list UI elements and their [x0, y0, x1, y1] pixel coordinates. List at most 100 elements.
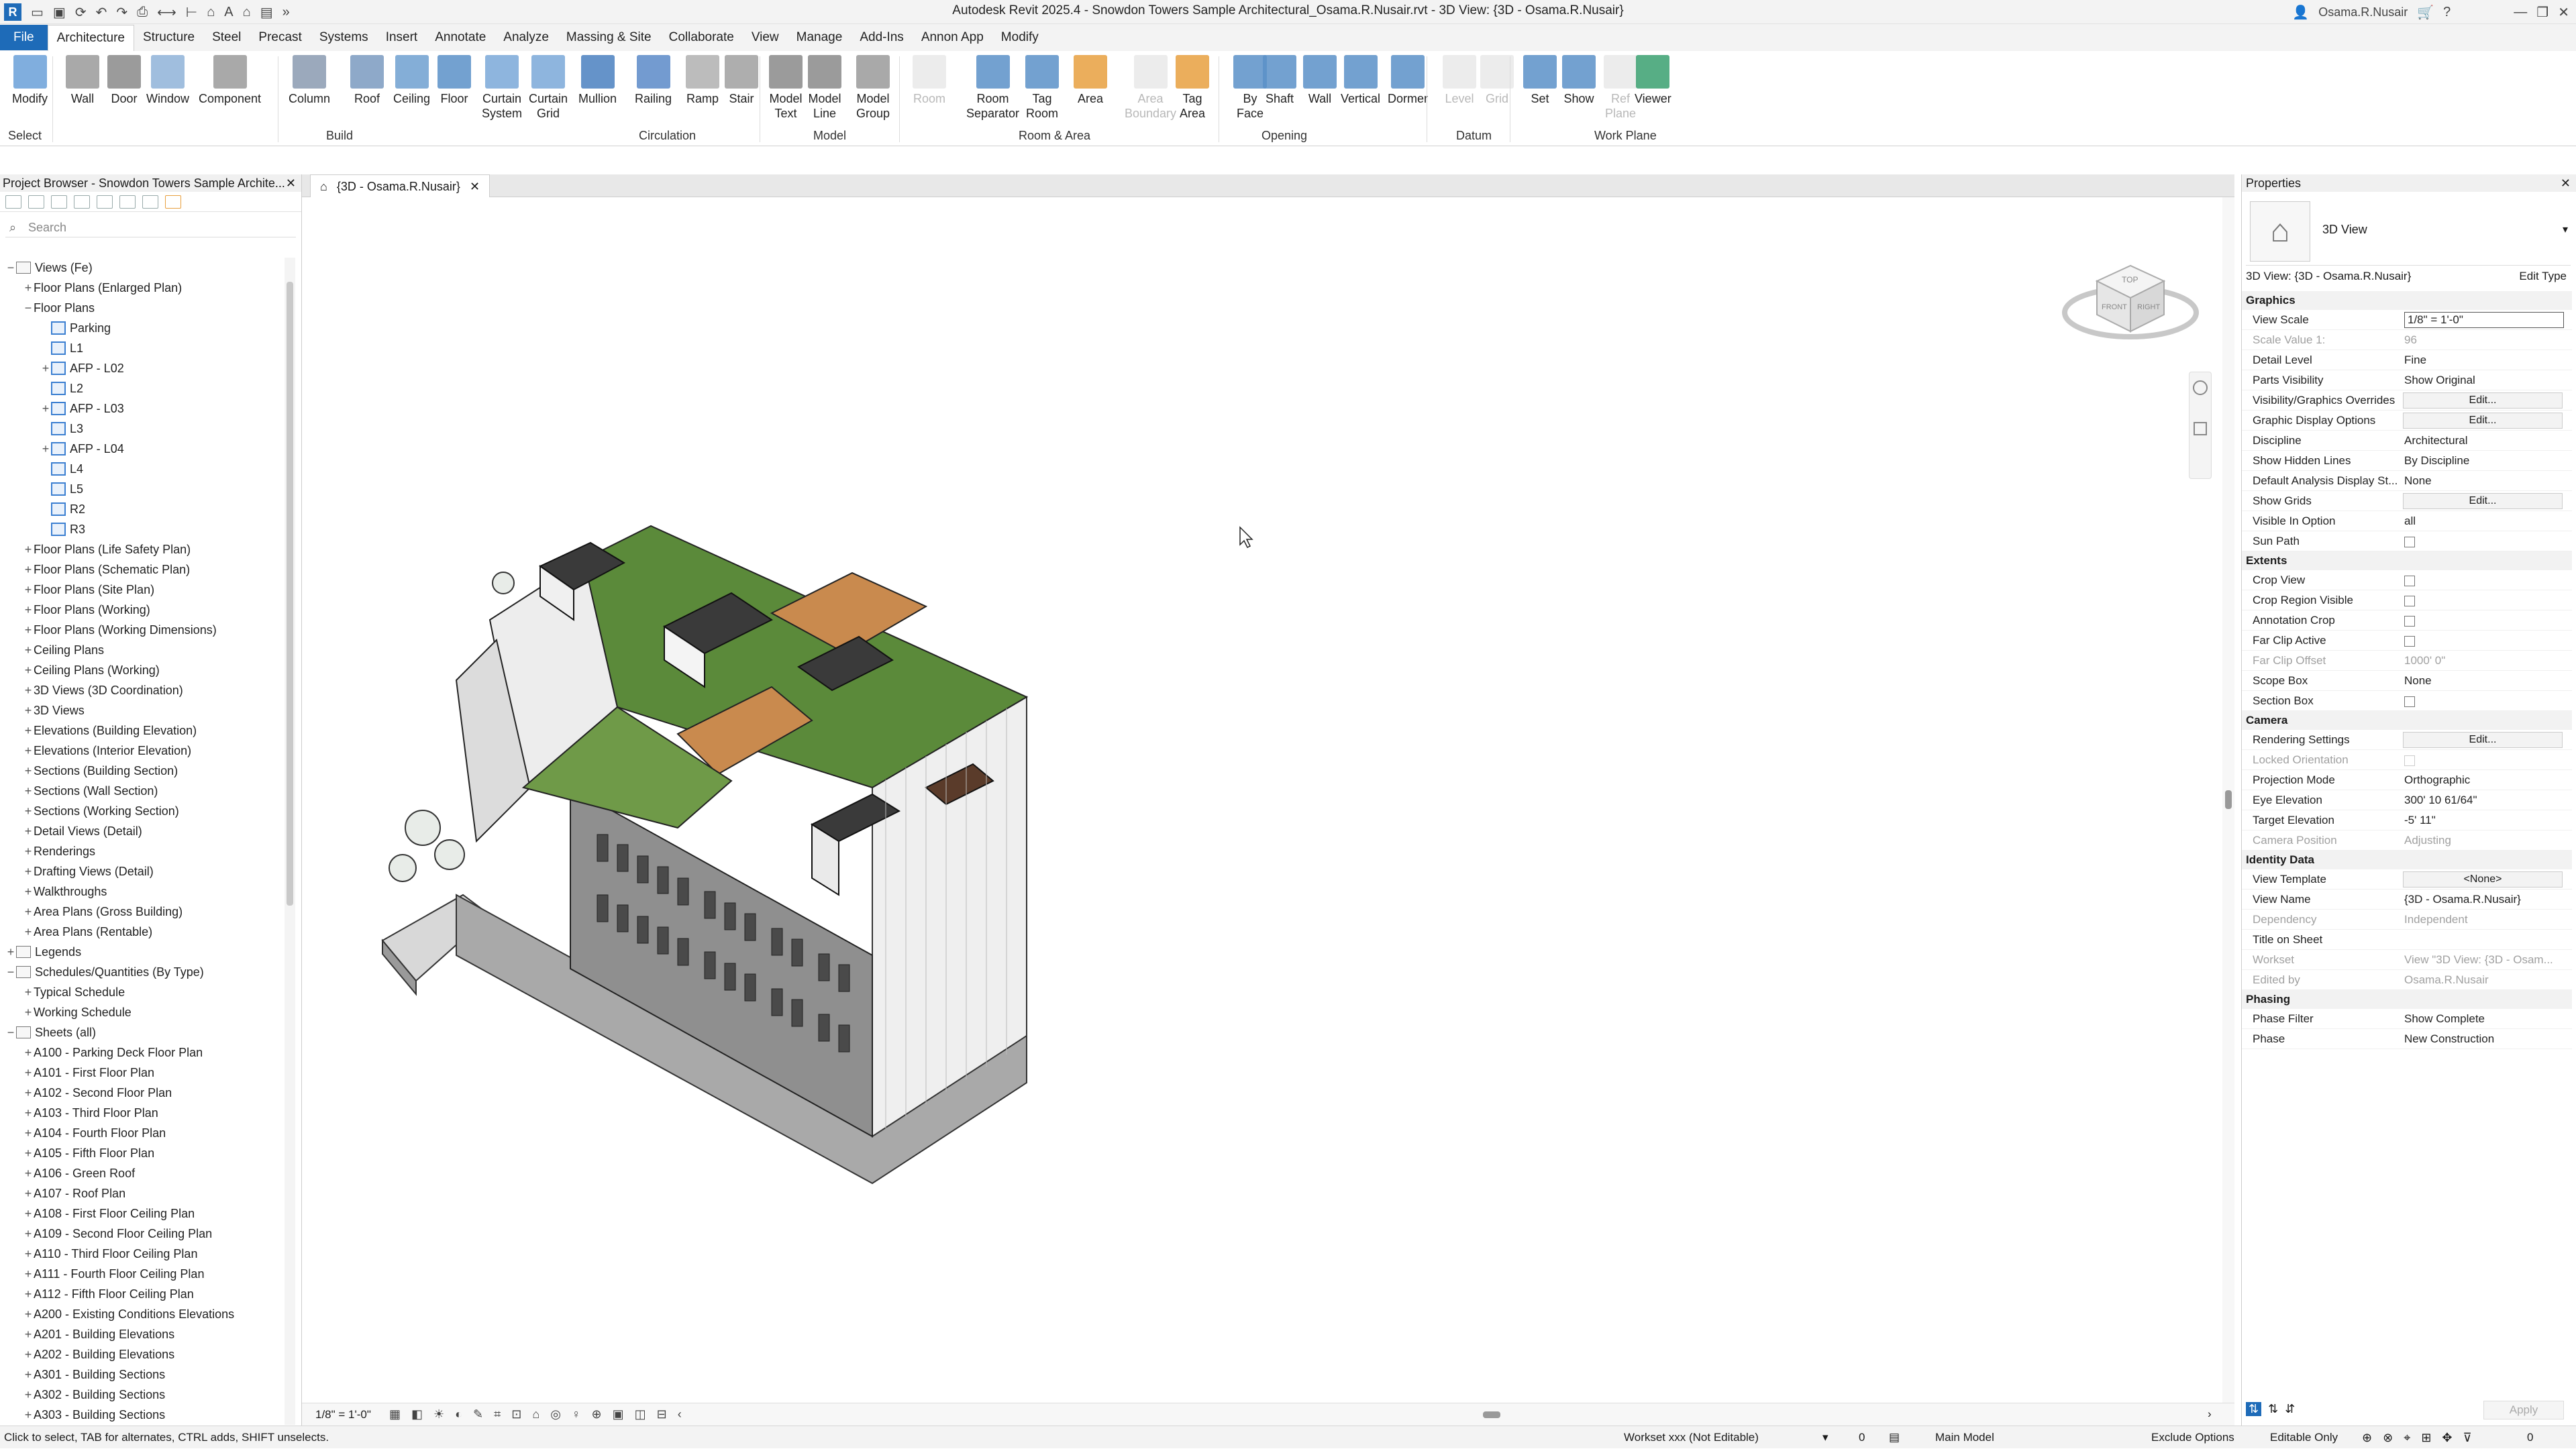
detail-level-icon[interactable]: ▦: [389, 1407, 401, 1421]
expand-icon[interactable]: +: [23, 1224, 34, 1244]
tab-architecture[interactable]: Architecture: [47, 25, 134, 52]
expand-icon[interactable]: +: [23, 580, 34, 600]
tab-collaborate[interactable]: Collaborate: [660, 25, 743, 50]
ribbon-model-group-button[interactable]: Model Group: [856, 55, 890, 121]
scrollbar-thumb[interactable]: [287, 282, 293, 906]
reveal-hidden-icon[interactable]: ♀: [572, 1407, 581, 1421]
property-value[interactable]: 300' 10 61/64": [2404, 790, 2564, 810]
tree-item[interactable]: + A201 - Building Elevations: [23, 1324, 174, 1344]
tree-item[interactable]: + A107 - Roof Plan: [23, 1183, 125, 1203]
tree-item[interactable]: + Drafting Views (Detail): [23, 861, 154, 881]
tree-item[interactable]: + A100 - Parking Deck Floor Plan: [23, 1042, 203, 1063]
ribbon-area-button[interactable]: Area: [1074, 55, 1107, 106]
tab-massing-site[interactable]: Massing & Site: [558, 25, 660, 50]
property-value[interactable]: {3D - Osama.R.Nusair}: [2404, 890, 2564, 910]
expand-icon[interactable]: +: [23, 1002, 34, 1022]
panel-work-plane[interactable]: Work Plane: [1594, 129, 1657, 143]
tree-item[interactable]: + A110 - Third Floor Ceiling Plan: [23, 1244, 198, 1264]
tree-item[interactable]: + AFP - L02: [40, 358, 124, 378]
tree-item[interactable]: + Walkthroughs: [23, 881, 107, 902]
ribbon-curtain-grid-button[interactable]: Curtain Grid: [529, 55, 568, 121]
visual-style-icon[interactable]: ◧: [411, 1407, 423, 1421]
ribbon-level-button[interactable]: Level: [1443, 55, 1476, 106]
view-cube[interactable]: TOP FRONT RIGHT: [2060, 251, 2201, 352]
ribbon-ramp-button[interactable]: Ramp: [686, 55, 719, 106]
tab-add-ins[interactable]: Add-Ins: [851, 25, 912, 50]
show-crop-icon[interactable]: ⊡: [511, 1407, 521, 1421]
ribbon-viewer-button[interactable]: Viewer: [1635, 55, 1671, 106]
expand-icon[interactable]: +: [23, 720, 34, 741]
expand-icon[interactable]: +: [23, 1163, 34, 1183]
ribbon-by-face-button[interactable]: By Face: [1233, 55, 1267, 121]
drawing-area[interactable]: TOP FRONT RIGHT: [302, 197, 2234, 1403]
expand-icon[interactable]: +: [23, 1083, 34, 1103]
sheets-icon[interactable]: [51, 195, 67, 209]
workset-selector[interactable]: Workset xxx (Not Editable): [1624, 1426, 1759, 1449]
property-section[interactable]: Phasing: [2242, 990, 2572, 1009]
sort-icon[interactable]: ⇅: [2246, 1402, 2262, 1416]
views-icon[interactable]: [28, 195, 44, 209]
tree-item[interactable]: L5: [40, 479, 83, 499]
tab-annotate[interactable]: Annotate: [426, 25, 495, 50]
ribbon-room-separator-button[interactable]: Room Separator: [966, 55, 1019, 121]
property-value[interactable]: all: [2404, 511, 2564, 531]
tree-item[interactable]: + A301 - Building Sections: [23, 1364, 165, 1385]
tree-item[interactable]: + Working Schedule: [23, 1002, 132, 1022]
tree-item[interactable]: + Sections (Building Section): [23, 761, 178, 781]
expand-icon[interactable]: +: [23, 1324, 34, 1344]
tree-item[interactable]: + Floor Plans (Enlarged Plan): [23, 278, 182, 298]
property-section[interactable]: Identity Data: [2242, 851, 2572, 869]
panel-circulation[interactable]: Circulation: [639, 129, 696, 143]
edit-button[interactable]: Edit...: [2403, 493, 2563, 509]
property-value[interactable]: By Discipline: [2404, 451, 2564, 471]
close-icon[interactable]: ✕: [2558, 4, 2569, 21]
expand-icon[interactable]: +: [23, 640, 34, 660]
chevron-down-icon[interactable]: ▾: [1822, 1426, 1828, 1449]
edit-button[interactable]: <None>: [2403, 871, 2563, 888]
expand-icon[interactable]: +: [23, 841, 34, 861]
expand-icon[interactable]: +: [23, 539, 34, 559]
collapse-icon[interactable]: −: [5, 1022, 16, 1042]
ribbon-mullion-button[interactable]: Mullion: [578, 55, 617, 106]
tab-systems[interactable]: Systems: [311, 25, 377, 50]
ribbon-vertical-button[interactable]: Vertical: [1341, 55, 1380, 106]
select-pinned-icon[interactable]: ⌖: [2404, 1426, 2410, 1449]
property-value[interactable]: -5' 11": [2404, 810, 2564, 830]
tree-item[interactable]: + Area Plans (Rentable): [23, 922, 152, 942]
help-icon[interactable]: ?: [2443, 5, 2451, 20]
ribbon-room-button[interactable]: Room: [913, 55, 946, 106]
property-value[interactable]: None: [2404, 671, 2564, 691]
main-model[interactable]: Main Model: [1935, 1426, 1994, 1449]
close-tab-icon[interactable]: ✕: [470, 176, 480, 197]
tree-item[interactable]: + A112 - Fifth Floor Ceiling Plan: [23, 1284, 194, 1304]
tree-item[interactable]: Parking: [40, 318, 111, 338]
expand-icon[interactable]: +: [23, 700, 34, 720]
minimize-icon[interactable]: —: [2514, 5, 2527, 20]
tree-item[interactable]: − Sheets (all): [5, 1022, 96, 1042]
panel-model[interactable]: Model: [813, 129, 846, 143]
expand-icon[interactable]: +: [23, 1284, 34, 1304]
crop-view-icon[interactable]: ⌗: [494, 1407, 501, 1421]
tree-item[interactable]: − Floor Plans: [23, 298, 95, 318]
tree-item[interactable]: + Sections (Wall Section): [23, 781, 158, 801]
ribbon-ceiling-button[interactable]: Ceiling: [393, 55, 430, 106]
property-checkbox[interactable]: [2404, 596, 2415, 606]
tree-item[interactable]: +3D Views: [23, 700, 85, 720]
expand-icon[interactable]: +: [23, 1183, 34, 1203]
expand-icon[interactable]: +: [23, 1304, 34, 1324]
ribbon-column-button[interactable]: Column: [289, 55, 330, 106]
tab-precast[interactable]: Precast: [250, 25, 310, 50]
panel-room-area[interactable]: Room & Area: [1019, 129, 1090, 143]
lock-view-icon[interactable]: ⌂: [532, 1407, 539, 1421]
expand-icon[interactable]: +: [23, 821, 34, 841]
groups-icon[interactable]: [119, 195, 136, 209]
tab-structure[interactable]: Structure: [134, 25, 203, 50]
ribbon-ref-plane-button[interactable]: Ref Plane: [1604, 55, 1637, 121]
edit-button[interactable]: Edit...: [2403, 392, 2563, 409]
property-value[interactable]: Show Original: [2404, 370, 2564, 390]
render-icon[interactable]: ✎: [473, 1407, 483, 1421]
expand-icon[interactable]: +: [23, 1143, 34, 1163]
temporary-hide-icon[interactable]: ◎: [550, 1407, 561, 1421]
view-scale[interactable]: 1/8" = 1'-0": [315, 1408, 371, 1421]
ribbon-shaft-button[interactable]: Shaft: [1263, 55, 1296, 106]
